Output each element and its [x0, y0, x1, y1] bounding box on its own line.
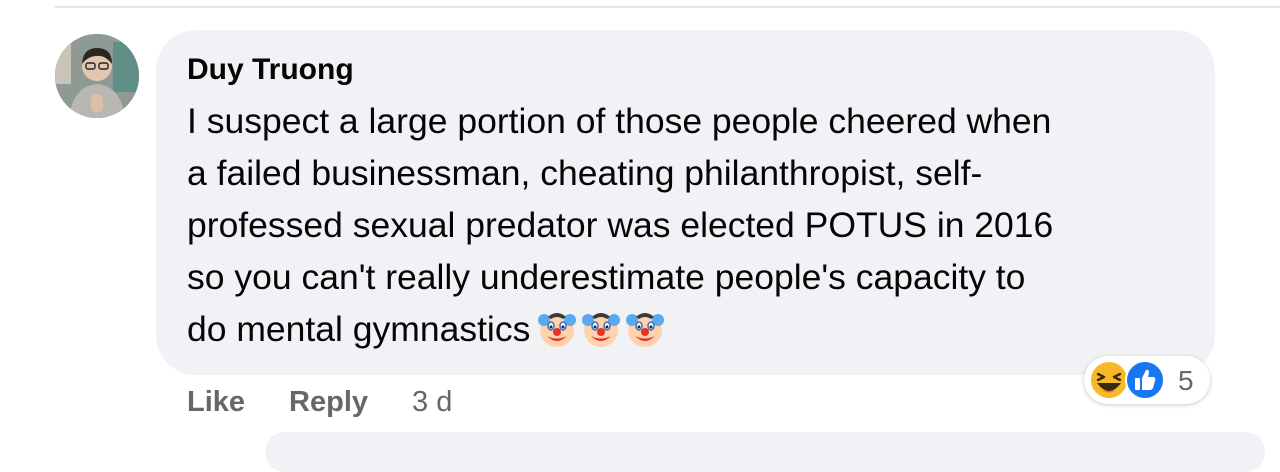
comment-text-line: so you can't really underestimate people…: [187, 257, 1026, 297]
comment-text-line: a failed businessman, cheating philanthr…: [187, 153, 983, 193]
reply-button[interactable]: Reply: [289, 386, 368, 419]
reactions-summary[interactable]: 5: [1084, 356, 1210, 404]
comment-text-line: professed sexual predator was elected PO…: [187, 205, 1054, 245]
clown-face-icon: [538, 313, 577, 347]
next-comment-bubble: [265, 432, 1265, 472]
like-reaction-icon: [1125, 360, 1165, 400]
comment-text-line: do mental gymnastics: [187, 309, 531, 349]
clown-face-icon: [582, 313, 621, 347]
like-button[interactable]: Like: [187, 386, 245, 419]
comment-timestamp[interactable]: 3 d: [412, 386, 452, 419]
comment-text: I suspect a large portion of those peopl…: [187, 95, 1187, 363]
comment-author[interactable]: Duy Truong: [187, 53, 354, 87]
avatar-photo: [55, 34, 139, 118]
comment-text-line-last: do mental gymnastics: [187, 303, 1187, 363]
clown-face-icon: [626, 313, 665, 347]
emoji-row: [536, 307, 668, 363]
avatar[interactable]: [55, 34, 139, 118]
top-divider: [55, 6, 1280, 8]
comment-text-line: I suspect a large portion of those peopl…: [187, 101, 1052, 141]
comment-actions: Like Reply 3 d: [187, 382, 452, 422]
reaction-count: 5: [1178, 365, 1194, 396]
